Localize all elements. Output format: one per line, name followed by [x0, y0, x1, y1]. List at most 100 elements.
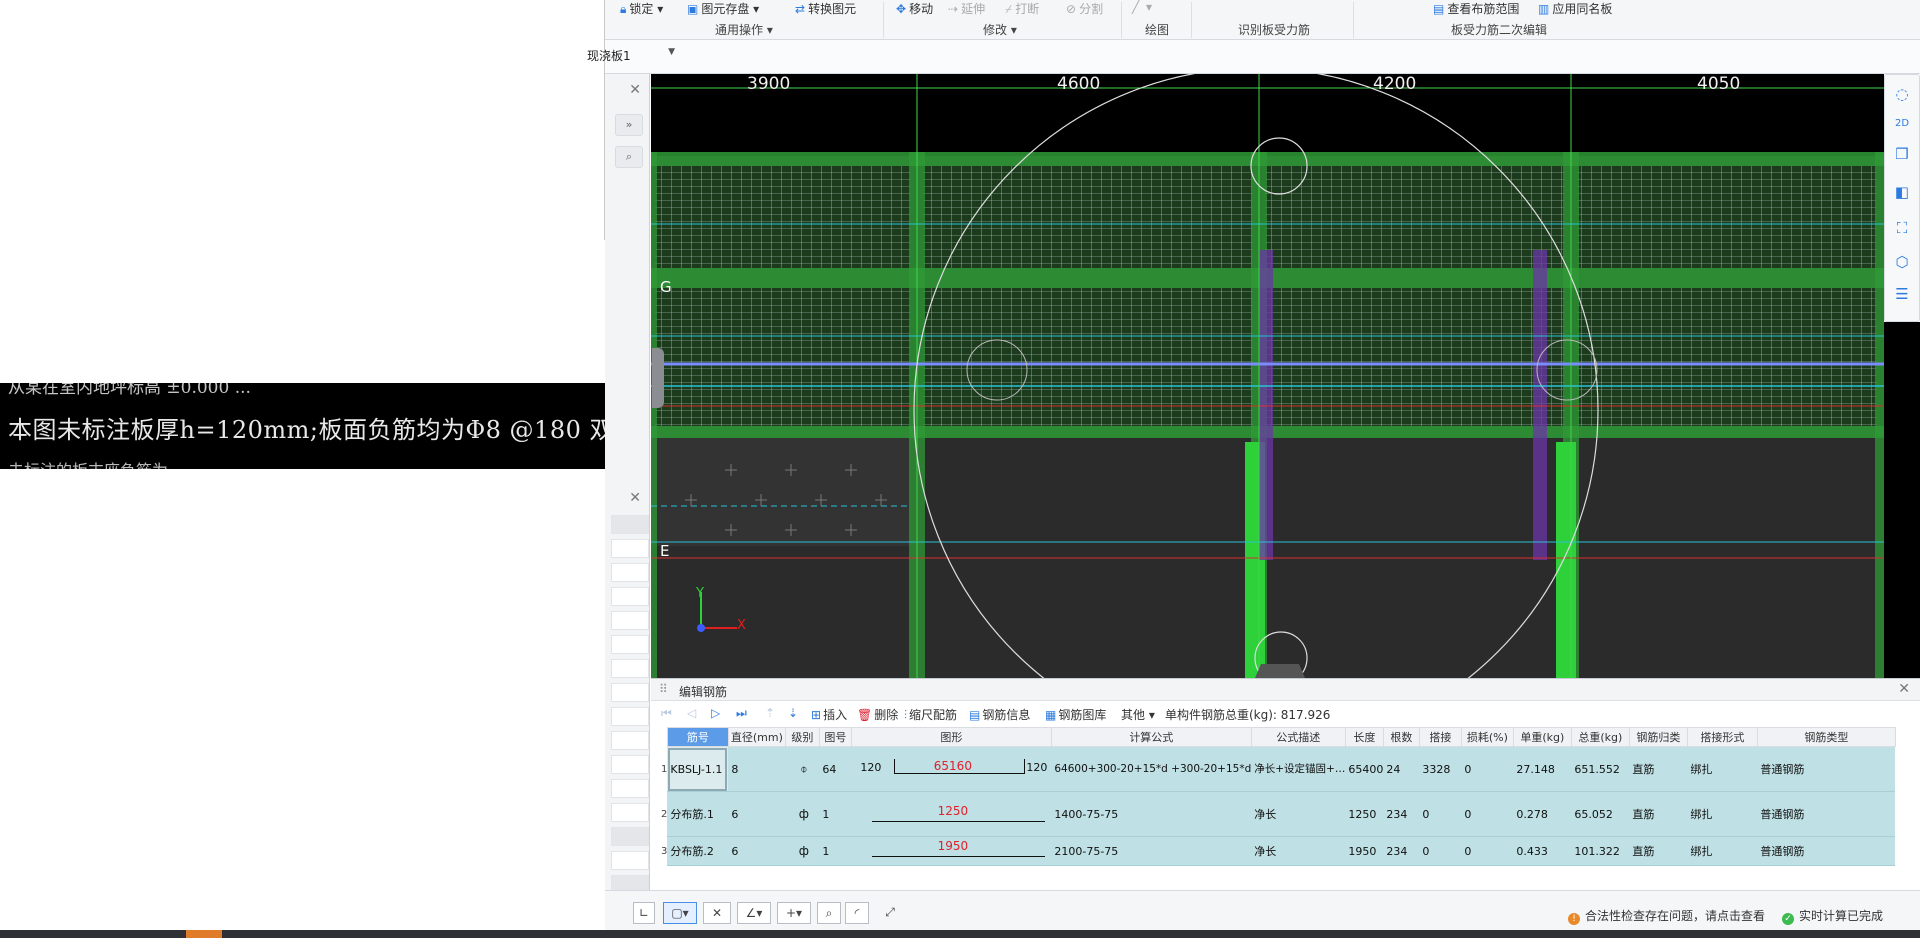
figure-no-cell[interactable]: 1 — [819, 836, 852, 866]
rebar-type-cell[interactable]: 普通钢筋 — [1757, 791, 1896, 837]
lap-type-cell[interactable]: 绑扎 — [1687, 791, 1758, 837]
shaded-box-icon[interactable]: ◧ — [1891, 181, 1913, 203]
close-icon[interactable]: ✕ — [1898, 681, 1910, 697]
grade-cell[interactable]: ф — [785, 836, 820, 866]
panel-row[interactable] — [611, 707, 649, 726]
other-menu[interactable]: 其他 ▾ — [1121, 706, 1155, 723]
col-header[interactable]: 总重(kg) — [1570, 727, 1630, 747]
panel-row[interactable] — [611, 539, 649, 558]
panel-row[interactable] — [611, 563, 649, 582]
formula-desc-cell[interactable]: 净长 — [1251, 791, 1346, 837]
grade-cell[interactable]: ⌽ — [785, 746, 820, 792]
col-header[interactable]: 根数 — [1382, 727, 1420, 747]
break-button[interactable]: ⌿ 打断 — [1005, 0, 1039, 17]
col-header[interactable]: 搭接 — [1418, 727, 1462, 747]
diameter-cell[interactable]: 6 — [728, 791, 786, 837]
close-icon[interactable]: ✕ — [629, 490, 641, 506]
unit-weight-cell[interactable]: 0.433 — [1513, 836, 1572, 866]
lap-type-cell[interactable]: 绑扎 — [1687, 836, 1758, 866]
category-cell[interactable]: 直筋 — [1629, 791, 1688, 837]
apply-same-name-button[interactable]: ▥ 应用同名板 — [1538, 0, 1612, 17]
diameter-cell[interactable]: 8 — [728, 746, 786, 792]
grade-cell[interactable]: ф — [785, 791, 820, 837]
lap-cell[interactable]: 0 — [1419, 836, 1462, 866]
insert-button[interactable]: ⊞ 插入 — [811, 706, 847, 723]
col-header[interactable]: 直径(mm) — [727, 727, 786, 747]
total-weight-cell[interactable]: 65.052 — [1571, 791, 1630, 837]
last-record-icon[interactable]: ⏭ — [736, 706, 747, 721]
col-header[interactable]: 搭接形式 — [1686, 727, 1758, 747]
count-cell[interactable]: 24 — [1383, 746, 1420, 792]
delete-button[interactable]: 🗑︎ 删除 — [857, 706, 898, 723]
category-cell[interactable]: 直筋 — [1629, 746, 1688, 792]
panel-row[interactable] — [611, 755, 649, 774]
extend-button[interactable]: ⇢ 延伸 — [948, 0, 985, 17]
formula-cell[interactable]: 2100-75-75 — [1051, 836, 1252, 866]
zoom-window-icon[interactable]: ⌕ — [817, 902, 841, 924]
panel-row[interactable] — [611, 635, 649, 654]
panel-collapse-handle[interactable] — [652, 348, 664, 408]
fullscreen-icon[interactable]: ⛶ — [1891, 217, 1913, 239]
rebar-info-button[interactable]: ▤ 钢筋信息 — [969, 706, 1030, 723]
total-weight-cell[interactable]: 101.322 — [1571, 836, 1630, 866]
lap-type-cell[interactable]: 绑扎 — [1687, 746, 1758, 792]
formula-cell[interactable]: 64600+300-20+15*d +300-20+15*d — [1051, 746, 1252, 792]
cross-snap-icon[interactable]: ✕ — [703, 902, 731, 924]
lap-cell[interactable]: 0 — [1419, 791, 1462, 837]
rebar-type-cell[interactable]: 普通钢筋 — [1757, 746, 1896, 792]
select-rect-icon[interactable]: ▢▾ — [663, 902, 697, 924]
loss-cell[interactable]: 0 — [1461, 746, 1514, 792]
rebar-library-button[interactable]: ▦ 钢筋图库 — [1045, 706, 1106, 723]
figure-no-cell[interactable]: 1 — [819, 791, 852, 837]
diameter-cell[interactable]: 6 — [728, 836, 786, 866]
move-down-icon[interactable]: ⇣ — [788, 706, 798, 720]
cad-canvas[interactable]: 3900 4600 4200 4050 G E Y X — [651, 74, 1884, 678]
total-weight-cell[interactable]: 651.552 — [1571, 746, 1630, 792]
shape-cell[interactable]: 1250 — [851, 791, 1052, 837]
table-row[interactable]: 1 KBSLJ-1.1 8 ⌽ 64 120 65160 120 64600+3… — [660, 746, 1896, 792]
loss-cell[interactable]: 0 — [1461, 791, 1514, 837]
expand-icon[interactable]: ⤢ — [879, 902, 901, 924]
formula-desc-cell[interactable]: 净长+设定锚固+… — [1251, 746, 1346, 792]
col-header[interactable]: 钢筋归类 — [1628, 727, 1688, 747]
col-header[interactable]: 图形 — [850, 727, 1052, 747]
panel-row[interactable] — [611, 827, 649, 846]
split-button[interactable]: ⊘ 分割 — [1066, 0, 1103, 17]
panel-row[interactable] — [611, 803, 649, 822]
panel-row[interactable] — [611, 587, 649, 606]
col-header[interactable]: 计算公式 — [1050, 727, 1252, 747]
lap-cell[interactable]: 3328 — [1419, 746, 1462, 792]
arc-icon[interactable]: ◜ — [845, 902, 869, 924]
col-header[interactable]: 单重(kg) — [1512, 727, 1572, 747]
formula-desc-cell[interactable]: 净长 — [1251, 836, 1346, 866]
panel-row[interactable] — [611, 515, 649, 534]
first-record-icon[interactable]: ⏮ — [661, 706, 672, 721]
search-icon[interactable]: ⌕ — [615, 146, 643, 168]
ortho-snap-icon[interactable]: ∟ — [633, 902, 655, 924]
formula-cell[interactable]: 1400-75-75 — [1051, 791, 1252, 837]
col-header[interactable]: 钢筋类型 — [1756, 727, 1896, 747]
draw-tool-button[interactable]: ╱ ▾ — [1132, 0, 1152, 14]
panel-row[interactable] — [611, 731, 649, 750]
close-icon[interactable]: ✕ — [629, 82, 641, 98]
shape-cell[interactable]: 120 65160 120 — [851, 746, 1052, 792]
col-header[interactable]: 级别 — [784, 727, 820, 747]
expand-icon[interactable]: » — [615, 114, 643, 136]
2d-view-icon[interactable]: 2D — [1891, 113, 1913, 135]
validation-warning[interactable]: ! 合法性检查存在问题，请点击查看 — [1568, 907, 1765, 925]
col-header[interactable]: 公式描述 — [1250, 727, 1346, 747]
rebar-no-cell[interactable]: KBSLJ-1.1 — [667, 746, 729, 792]
panel-row[interactable] — [611, 683, 649, 702]
layers-icon[interactable]: ⬡ — [1891, 251, 1913, 273]
next-record-icon[interactable]: ▷ — [711, 706, 720, 720]
save-element-button[interactable]: ▣ 图元存盘 ▾ — [687, 0, 759, 17]
panel-row[interactable] — [611, 851, 649, 870]
table-row[interactable]: 2 分布筋.1 6 ф 1 1250 1400-75-75 净长 1250 23… — [660, 791, 1896, 837]
figure-no-cell[interactable]: 64 — [819, 746, 852, 792]
length-cell[interactable]: 1950 — [1345, 836, 1384, 866]
move-up-icon[interactable]: ⇡ — [765, 706, 775, 720]
rebar-no-cell[interactable]: 分布筋.1 — [667, 791, 729, 837]
col-header[interactable]: 长度 — [1344, 727, 1384, 747]
unit-weight-cell[interactable]: 0.278 — [1513, 791, 1572, 837]
scale-rebar-button[interactable]: ⫶ 缩尺配筋 — [904, 706, 957, 723]
